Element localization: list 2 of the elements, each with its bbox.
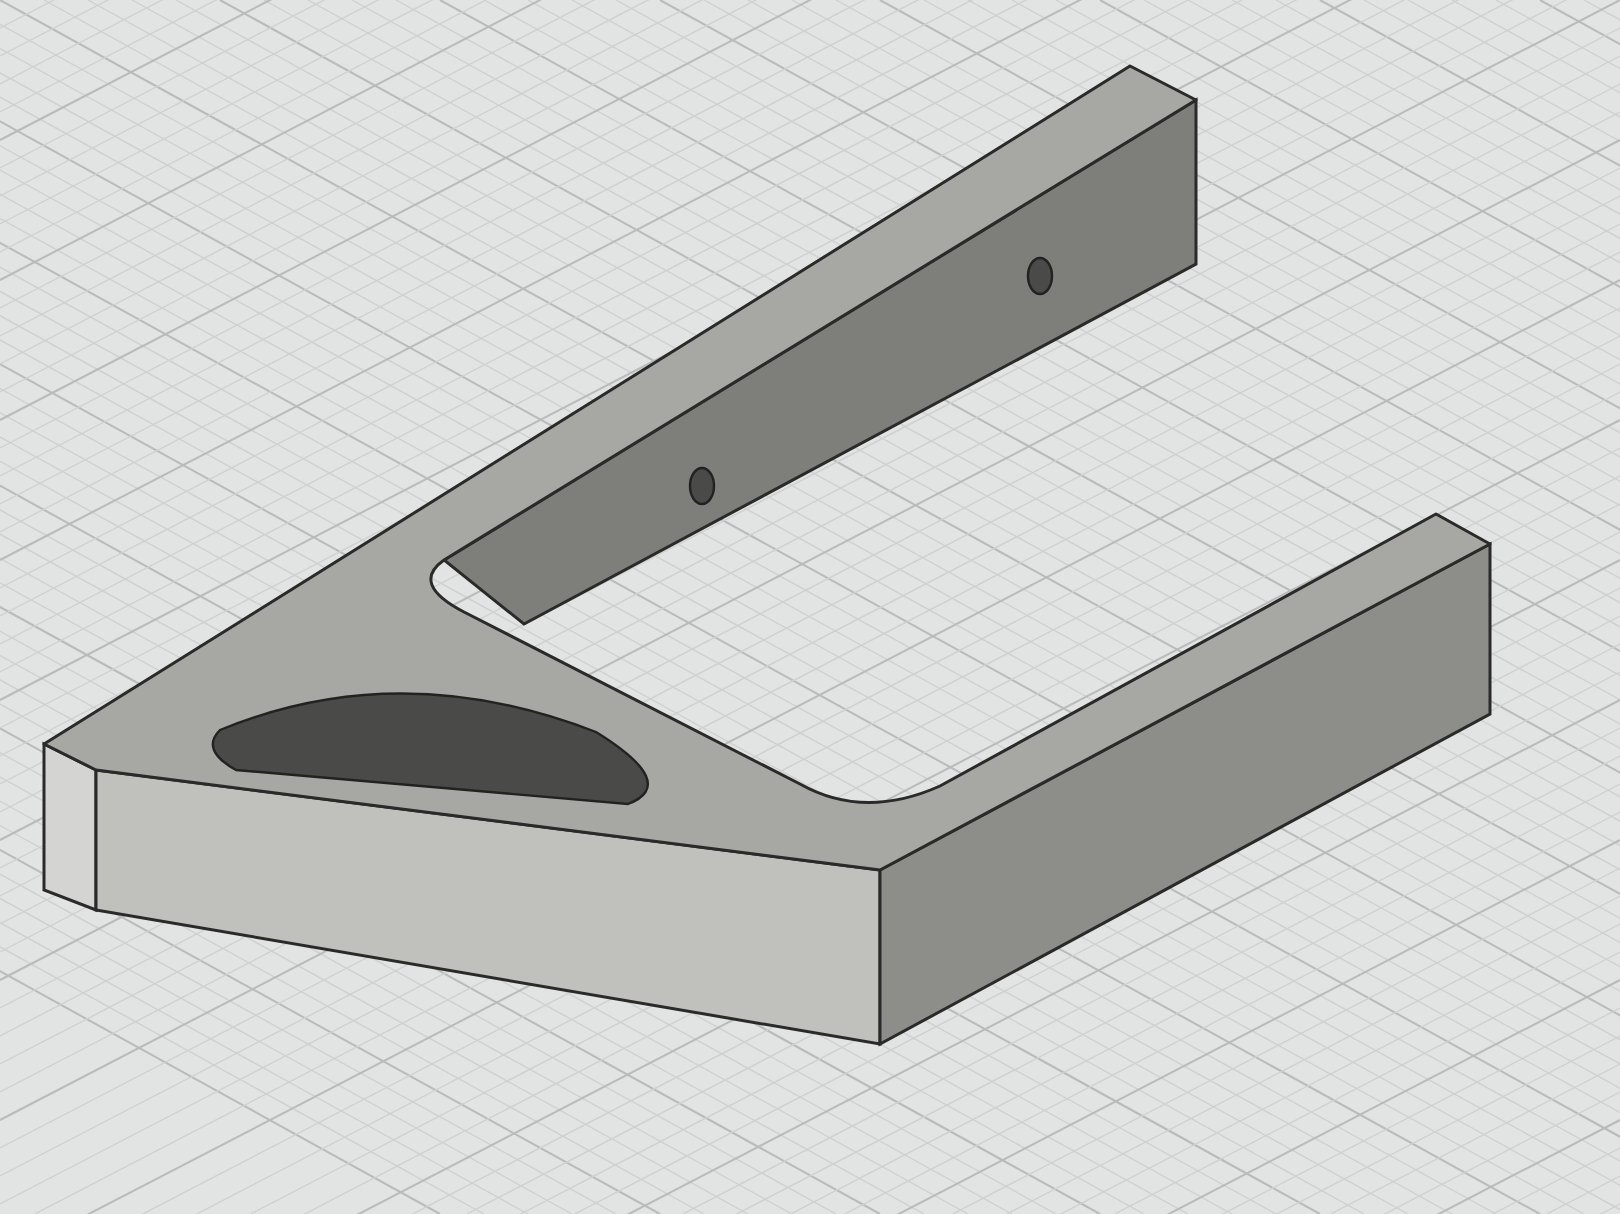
bracket-model-drawing[interactable] bbox=[42, 64, 1492, 1047]
cad-viewport[interactable] bbox=[0, 0, 1620, 1214]
